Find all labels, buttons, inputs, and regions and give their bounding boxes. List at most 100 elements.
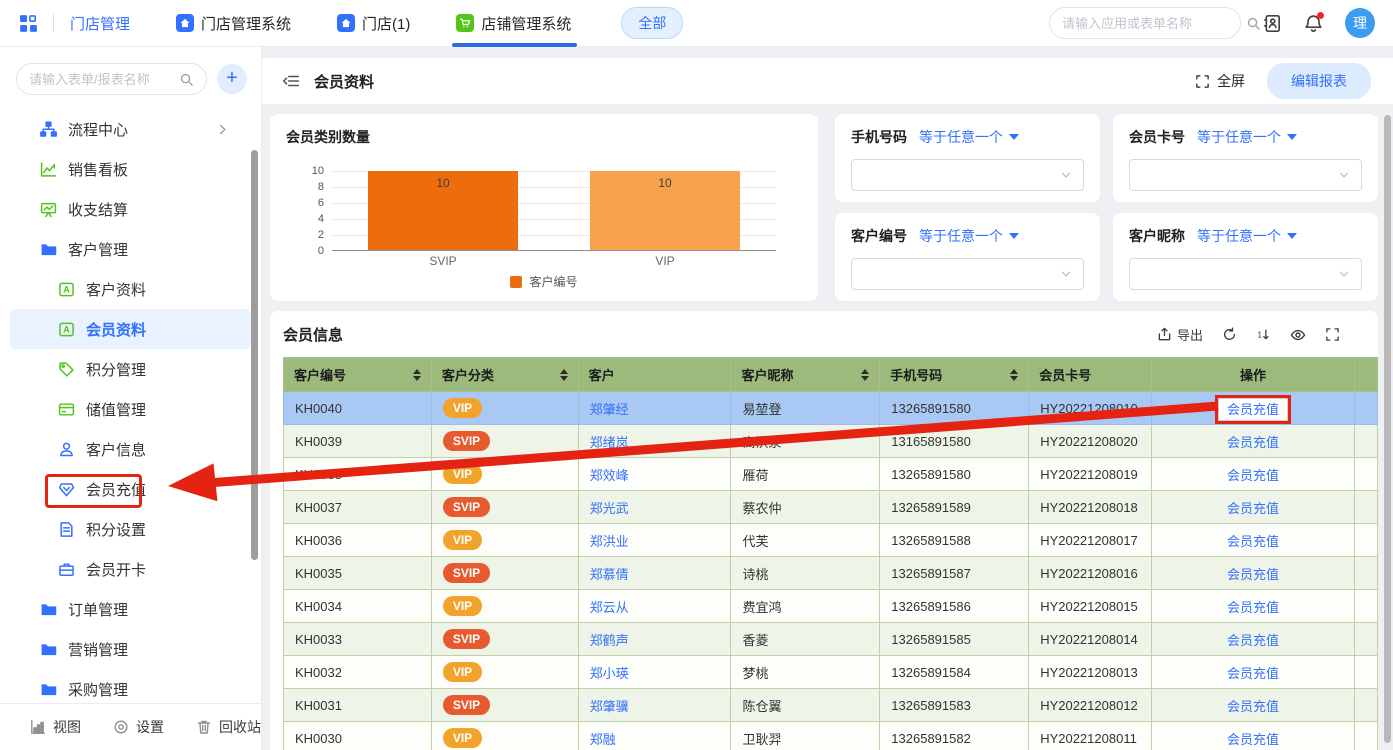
member-recharge-link[interactable]: 会员充值 (1227, 567, 1279, 582)
sidebar-search[interactable] (16, 63, 207, 95)
column-header-客户昵称[interactable]: 客户昵称 (731, 358, 880, 392)
table-row-KH0030[interactable]: KH0030 VIP 郑融 卫耿羿 13265891582 HY20221208… (284, 722, 1378, 750)
sort-arrows-icon[interactable] (560, 369, 568, 381)
column-header-客户编号[interactable]: 客户编号 (284, 358, 432, 392)
sidebar-scrollbar[interactable] (251, 150, 258, 560)
column-header-手机号码[interactable]: 手机号码 (880, 358, 1029, 392)
sidebar-item-客户信息[interactable]: 客户信息 (10, 429, 251, 469)
sidebar-item-客户管理[interactable]: 客户管理 (10, 229, 251, 269)
sidebar-item-营销管理[interactable]: 营销管理 (10, 629, 251, 669)
cell-card: HY20221208018 (1029, 491, 1152, 524)
customer-link[interactable]: 郑洪业 (590, 534, 629, 549)
sidebar-item-销售看板[interactable]: 销售看板 (10, 149, 251, 189)
nav-tab-3[interactable]: 店铺管理系统 (456, 0, 571, 47)
global-search-input[interactable] (1062, 16, 1238, 31)
fullscreen-button[interactable]: 全屏 (1195, 71, 1245, 91)
customer-link[interactable]: 郑肇经 (590, 402, 629, 417)
avatar[interactable]: 理 (1345, 8, 1375, 38)
customer-link[interactable]: 郑小瑛 (590, 666, 629, 681)
member-recharge-link[interactable]: 会员充值 (1227, 633, 1279, 648)
member-recharge-link[interactable]: 会员充值 (1227, 534, 1279, 549)
sidebar-item-积分管理[interactable]: 积分管理 (10, 349, 251, 389)
cell-customer: 郑洪业 (578, 524, 731, 557)
member-recharge-link[interactable]: 会员充值 (1227, 468, 1279, 483)
bar-VIP[interactable]: 10 (590, 171, 741, 250)
member-recharge-button[interactable]: 会员充值 (1218, 398, 1288, 421)
footer-回收站[interactable]: 回收站 (196, 717, 261, 737)
table-row-KH0034[interactable]: KH0034 VIP 郑云从 费宜鸿 13265891586 HY2022120… (284, 590, 1378, 623)
bar-SVIP[interactable]: 10 (368, 171, 519, 250)
sidebar-item-订单管理[interactable]: 订单管理 (10, 589, 251, 629)
contacts-icon[interactable] (1263, 14, 1282, 33)
table-row-KH0040[interactable]: KH0040 VIP 郑肇经 易堃登 13265891580 HY2022120… (284, 392, 1378, 425)
customer-link[interactable]: 郑鹤声 (590, 633, 629, 648)
edit-report-button[interactable]: 编辑报表 (1267, 63, 1371, 99)
customer-link[interactable]: 郑融 (590, 732, 616, 747)
eye-icon[interactable] (1290, 327, 1306, 343)
legend-label[interactable]: 客户编号 (529, 273, 577, 290)
sidebar-item-会员资料[interactable]: A会员资料 (10, 309, 251, 349)
sidebar-item-流程中心[interactable]: 流程中心 (10, 109, 251, 149)
filter-operator-dropdown[interactable]: 等于任意一个 (919, 226, 1019, 246)
page-scrollbar[interactable] (1384, 115, 1391, 743)
table-row-KH0037[interactable]: KH0037 SVIP 郑光武 蔡农仲 13265891589 HY202212… (284, 491, 1378, 524)
table-row-KH0039[interactable]: KH0039 SVIP 郑绪岚 高洪泉 13165891580 HY202212… (284, 425, 1378, 458)
filter-value-select[interactable] (851, 258, 1084, 290)
sort-arrows-icon[interactable] (1010, 369, 1018, 381)
refresh-icon[interactable] (1222, 327, 1237, 342)
filter-operator-dropdown[interactable]: 等于任意一个 (1197, 226, 1297, 246)
sort-arrows-icon[interactable] (413, 369, 421, 381)
customer-link[interactable]: 郑效峰 (590, 468, 629, 483)
member-recharge-link[interactable]: 会员充值 (1227, 435, 1279, 450)
table-row-KH0035[interactable]: KH0035 SVIP 郑慕倩 诗桃 13265891587 HY2022120… (284, 557, 1378, 590)
member-recharge-link[interactable]: 会员充值 (1227, 732, 1279, 747)
customer-link[interactable]: 郑云从 (590, 600, 629, 615)
customer-link[interactable]: 郑肇骥 (590, 699, 629, 714)
sort-icon[interactable]: 1 (1256, 327, 1271, 342)
customer-link[interactable]: 郑绪岚 (590, 435, 629, 450)
member-recharge-link[interactable]: 会员充值 (1227, 600, 1279, 615)
nav-tab-1[interactable]: 门店管理系统 (176, 0, 291, 47)
filter-operator-dropdown[interactable]: 等于任意一个 (1197, 127, 1297, 147)
sidebar-item-客户资料[interactable]: A客户资料 (10, 269, 251, 309)
sidebar-item-会员开卡[interactable]: 会员开卡 (10, 549, 251, 589)
cell-card: HY20221208016 (1029, 557, 1152, 590)
filter-operator-dropdown[interactable]: 等于任意一个 (919, 127, 1019, 147)
sidebar-item-会员充值[interactable]: 会员充值 (10, 469, 251, 509)
table-row-KH0038[interactable]: KH0038 VIP 郑效峰 雁荷 13265891580 HY20221208… (284, 458, 1378, 491)
sidebar-search-input[interactable] (29, 72, 173, 87)
filter-value-select[interactable] (1129, 159, 1362, 191)
member-recharge-link[interactable]: 会员充值 (1227, 666, 1279, 681)
member-recharge-link[interactable]: 会员充值 (1227, 699, 1279, 714)
table-fullscreen-icon[interactable] (1325, 327, 1340, 342)
add-form-button[interactable]: + (217, 64, 247, 94)
export-button[interactable]: 导出 (1157, 325, 1203, 344)
bell-icon[interactable] (1304, 14, 1323, 33)
nav-tab-label: 门店(1) (362, 13, 410, 34)
customer-link[interactable]: 郑慕倩 (590, 567, 629, 582)
customer-link[interactable]: 郑光武 (590, 501, 629, 516)
column-header-客户分类[interactable]: 客户分类 (431, 358, 578, 392)
global-search[interactable] (1049, 7, 1241, 39)
category-badge: SVIP (443, 695, 490, 715)
filter-value-select[interactable] (1129, 258, 1362, 290)
cell-phone: 13265891582 (880, 722, 1029, 750)
table-row-KH0032[interactable]: KH0032 VIP 郑小瑛 梦桃 13265891584 HY20221208… (284, 656, 1378, 689)
sort-arrows-icon[interactable] (861, 369, 869, 381)
table-row-KH0033[interactable]: KH0033 SVIP 郑鹤声 香菱 13265891585 HY2022120… (284, 623, 1378, 656)
sidebar-item-储值管理[interactable]: 储值管理 (10, 389, 251, 429)
footer-设置[interactable]: 设置 (113, 717, 164, 737)
member-recharge-link[interactable]: 会员充值 (1227, 501, 1279, 516)
nav-tab-0[interactable]: 门店管理 (70, 0, 130, 47)
filter-value-select[interactable] (851, 159, 1084, 191)
sidebar-item-收支结算[interactable]: 收支结算 (10, 189, 251, 229)
table-row-KH0031[interactable]: KH0031 SVIP 郑肇骥 陈仓翼 13265891583 HY202212… (284, 689, 1378, 722)
sidebar-item-采购管理[interactable]: 采购管理 (10, 669, 251, 697)
sidebar-item-积分设置[interactable]: 积分设置 (10, 509, 251, 549)
table-row-KH0036[interactable]: KH0036 VIP 郑洪业 代芙 13265891588 HY20221208… (284, 524, 1378, 557)
collapse-sidebar-icon[interactable] (282, 72, 300, 90)
all-apps-button[interactable]: 全部 (621, 7, 683, 39)
nav-tab-2[interactable]: 门店(1) (337, 0, 410, 47)
footer-视图[interactable]: 视图 (30, 717, 81, 737)
apps-grid-icon[interactable] (18, 13, 39, 34)
